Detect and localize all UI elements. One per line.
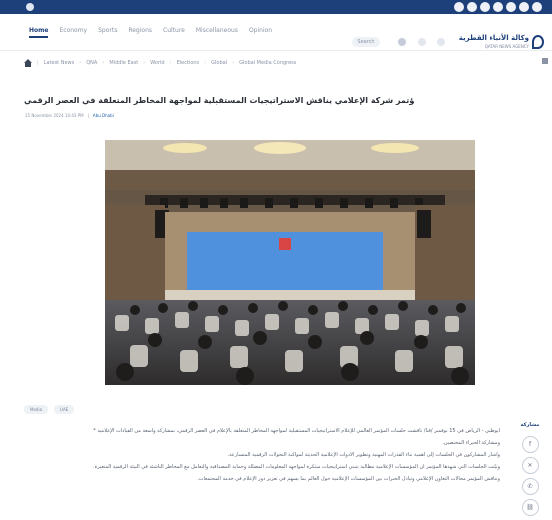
breadcrumb-separator: | (37, 60, 39, 66)
nav-item-miscellaneous[interactable]: Miscellaneous (196, 27, 238, 38)
breadcrumb-separator: › (169, 60, 172, 66)
social-links (454, 2, 542, 12)
linkedin-icon[interactable] (519, 2, 529, 12)
nav-item-sports[interactable]: Sports (98, 27, 117, 38)
nav-menu: Home Economy Sports Regions Culture Misc… (29, 27, 272, 38)
article-author[interactable]: Abu Dhabi (93, 113, 114, 118)
meta-separator: | (87, 113, 89, 118)
article-photo (105, 140, 475, 385)
breadcrumb-separator: › (204, 60, 207, 66)
share-panel: مشاركة f ✕ ✆ ⛓ (517, 422, 543, 520)
breadcrumb-item[interactable]: Middle East (109, 60, 138, 66)
main-navbar: Home Economy Sports Regions Culture Misc… (0, 14, 552, 51)
breadcrumb-item[interactable]: World (150, 60, 164, 66)
x-icon[interactable] (467, 2, 477, 12)
article-meta: 15 November 2024 10:43 PM | Abu Dhabi (25, 113, 114, 118)
article-date: 15 November 2024 10:43 PM (25, 113, 84, 118)
breadcrumb-item-current: Global Media Congress (239, 60, 297, 66)
search-button[interactable]: Search (352, 37, 380, 47)
logo-subtitle: QATAR NEWS AGENCY (484, 44, 529, 49)
qna-mini-logo-icon[interactable] (26, 3, 34, 11)
share-label: مشاركة (520, 422, 540, 428)
instagram-icon[interactable] (480, 2, 490, 12)
youtube-icon[interactable] (493, 2, 503, 12)
breadcrumb-item[interactable]: Elections (177, 60, 200, 66)
breadcrumb-item[interactable]: Latest News (44, 60, 75, 66)
nav-item-home[interactable]: Home (29, 27, 49, 38)
whatsapp-icon[interactable]: ✆ (521, 478, 539, 495)
conference-hall-illustration (105, 140, 475, 385)
home-icon[interactable] (24, 59, 32, 67)
qna-logo-icon (532, 35, 544, 49)
breadcrumb-separator: › (232, 60, 235, 66)
nav-item-opinion[interactable]: Opinion (249, 27, 272, 38)
tag-chip[interactable]: UAE (54, 405, 75, 414)
article-paragraph: وتناقش المؤتمر مجالات التعاون الإعلامي و… (197, 476, 500, 482)
language-icon[interactable] (437, 38, 445, 46)
grid-menu-icon[interactable] (542, 58, 548, 64)
x-icon[interactable]: ✕ (521, 457, 539, 474)
breadcrumb-item[interactable]: Global (211, 60, 227, 66)
link-icon[interactable]: ⛓ (521, 499, 539, 516)
tag-row: Media UAE (24, 405, 75, 414)
nav-item-culture[interactable]: Culture (163, 27, 185, 38)
article-paragraph: ومشاركة الخبراء المختصين. (442, 440, 500, 446)
nav-item-economy[interactable]: Economy (59, 27, 87, 38)
site-logo[interactable]: وكالة الأنباء القطرية QATAR NEWS AGENCY (459, 34, 544, 52)
facebook-icon[interactable]: f (521, 436, 539, 453)
logo-name: وكالة الأنباء القطرية (458, 34, 529, 42)
article-paragraph: وبيّنت الجلسات التي شهدها المؤتمر أن الم… (93, 464, 500, 470)
breadcrumb-separator: › (79, 60, 82, 66)
breadcrumb: | Latest News › QNA › Middle East › Worl… (24, 56, 544, 70)
tag-chip[interactable]: Media (24, 405, 49, 414)
article-body: أبوظبي - الرياض في 15 نوفمبر /قنا/ ناقشت… (24, 428, 500, 488)
nav-item-regions[interactable]: Regions (128, 27, 152, 38)
telegram-icon[interactable] (506, 2, 516, 12)
breadcrumb-separator: › (102, 60, 105, 66)
facebook-icon[interactable] (454, 2, 464, 12)
user-icon[interactable] (398, 38, 406, 46)
article-paragraph: أبوظبي - الرياض في 15 نوفمبر /قنا/ ناقشت… (93, 428, 500, 434)
article-paragraph: وأشار المشاركون في الجلسات إلى أهمية بنا… (227, 452, 500, 458)
rss-icon[interactable] (532, 2, 542, 12)
breadcrumb-item[interactable]: QNA (86, 60, 97, 66)
breadcrumb-separator: › (143, 60, 146, 66)
theme-toggle-icon[interactable] (418, 38, 426, 46)
top-bar (0, 0, 552, 14)
article-title: مؤتمر شركة الإعلامي يناقش الاستراتيجيات … (24, 96, 414, 105)
